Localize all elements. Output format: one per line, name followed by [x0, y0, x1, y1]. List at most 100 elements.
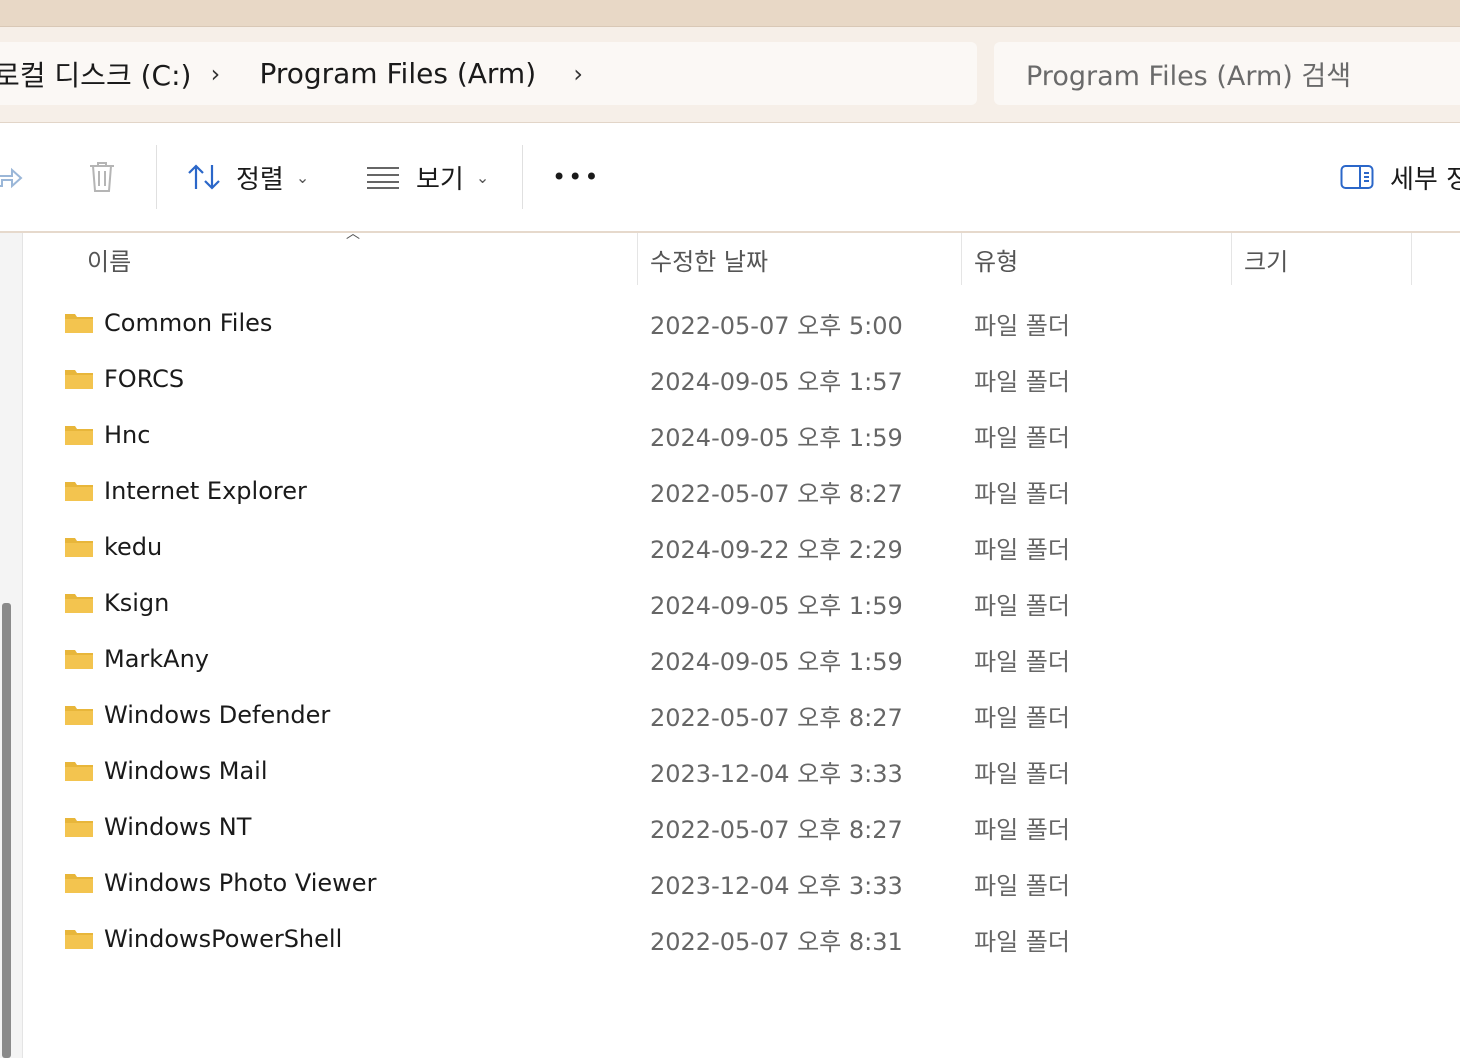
column-divider[interactable]: [961, 233, 962, 285]
file-name-cell[interactable]: Hnc: [64, 407, 150, 463]
folder-icon: [65, 594, 93, 613]
file-name: FORCS: [104, 365, 185, 393]
file-type: 파일 폴더: [974, 479, 1070, 508]
table-row[interactable]: Windows Photo Viewer 2023-12-04 오후 3:33 파일…: [22, 855, 1460, 911]
breadcrumb-item-local-disk[interactable]: 로컬 디스크 (C:): [0, 54, 191, 94]
table-row[interactable]: Internet Explorer 2022-05-07 오후 8:27 파일 폴더: [22, 463, 1460, 519]
file-name-cell[interactable]: MarkAny: [64, 631, 209, 687]
column-header-date-label: 수정한 날짜: [650, 247, 769, 276]
folder-icon: [65, 818, 93, 837]
table-row[interactable]: kedu 2024-09-22 오후 2:29 파일 폴더: [22, 519, 1460, 575]
file-name-cell[interactable]: Common Files: [64, 295, 272, 351]
modified-date: 2024-09-05 오후 1:59: [650, 423, 903, 452]
file-name-cell[interactable]: Windows NT: [64, 799, 251, 855]
modified-date: 2023-12-04 오후 3:33: [650, 759, 903, 788]
sort-button[interactable]: 정렬 ⌄: [186, 123, 309, 231]
modified-date: 2024-09-05 오후 1:59: [650, 647, 903, 676]
column-header-size-label: 크기: [1244, 247, 1289, 276]
table-row[interactable]: Hnc 2024-09-05 오후 1:59 파일 폴더: [22, 407, 1460, 463]
navigation-pane: [0, 233, 23, 1058]
sort-ascending-icon: ︿: [346, 226, 360, 242]
modified-date: 2022-05-07 오후 8:27: [650, 479, 903, 508]
column-divider[interactable]: [1411, 233, 1412, 285]
file-type: 파일 폴더: [974, 759, 1070, 788]
file-name: Windows Photo Viewer: [104, 869, 377, 897]
table-row[interactable]: Ksign 2024-09-05 오후 1:59 파일 폴더: [22, 575, 1460, 631]
modified-date: 2024-09-22 오후 2:29: [650, 535, 903, 564]
file-type: 파일 폴더: [974, 367, 1070, 396]
folder-icon: [65, 762, 93, 781]
chevron-right-icon[interactable]: ›: [191, 60, 239, 88]
folder-icon: [65, 706, 93, 725]
delete-button[interactable]: [86, 123, 118, 231]
modified-date: 2023-12-04 오후 3:33: [650, 871, 903, 900]
file-list: Common Files 2022-05-07 오후 5:00 파일 폴더 FORCS…: [22, 295, 1460, 967]
details-pane-icon: [1340, 165, 1374, 189]
file-name: Windows NT: [104, 813, 252, 841]
table-row[interactable]: Windows Defender 2022-05-07 오후 8:27 파일 폴더: [22, 687, 1460, 743]
table-row[interactable]: Windows Mail 2023-12-04 오후 3:33 파일 폴더: [22, 743, 1460, 799]
column-divider[interactable]: [637, 233, 638, 285]
command-bar: 정렬 ⌄ 보기 ⌄ ••• 세부 정: [0, 123, 1460, 233]
file-name-cell[interactable]: Internet Explorer: [64, 463, 307, 519]
column-header-name-label: 이름: [87, 247, 132, 276]
more-icon: •••: [552, 163, 601, 191]
table-row[interactable]: Common Files 2022-05-07 오후 5:00 파일 폴더: [22, 295, 1460, 351]
file-name: Internet Explorer: [104, 477, 307, 505]
file-name-cell[interactable]: WindowsPowerShell: [64, 911, 342, 967]
file-name: MarkAny: [104, 645, 210, 673]
table-row[interactable]: Windows NT 2022-05-07 오후 8:27 파일 폴더: [22, 799, 1460, 855]
folder-icon: [65, 314, 93, 333]
column-header-type-label: 유형: [974, 247, 1019, 276]
file-type: 파일 폴더: [974, 647, 1070, 676]
file-name: Ksign: [104, 589, 170, 617]
search-placeholder: Program Files (Arm) 검색: [1026, 61, 1352, 92]
sort-arrows-icon: [188, 164, 220, 190]
trash-icon: [90, 162, 114, 192]
scrollbar-thumb[interactable]: [2, 603, 11, 1058]
folder-icon: [65, 538, 93, 557]
file-name-cell[interactable]: Windows Photo Viewer: [64, 855, 376, 911]
file-type: 파일 폴더: [974, 927, 1070, 956]
file-type: 파일 폴더: [974, 423, 1070, 452]
chevron-down-icon: ⌄: [295, 167, 310, 187]
modified-date: 2022-05-07 오후 8:27: [650, 815, 903, 844]
file-type: 파일 폴더: [974, 591, 1070, 620]
table-row[interactable]: FORCS 2024-09-05 오후 1:57 파일 폴더: [22, 351, 1460, 407]
column-header-type[interactable]: 유형: [974, 233, 1018, 285]
file-type: 파일 폴더: [974, 535, 1070, 564]
more-options-button[interactable]: •••: [552, 123, 600, 231]
breadcrumb-item-program-files-arm[interactable]: Program Files (Arm): [259, 57, 536, 90]
folder-icon: [65, 874, 93, 893]
modified-date: 2022-05-07 오후 5:00: [650, 311, 903, 340]
chevron-right-icon[interactable]: ›: [554, 60, 602, 88]
column-header-size[interactable]: 크기: [1244, 233, 1288, 285]
share-icon: [0, 167, 23, 189]
file-name-cell[interactable]: Windows Defender: [64, 687, 330, 743]
view-button[interactable]: 보기 ⌄: [366, 123, 489, 231]
column-header-name[interactable]: 이름: [87, 233, 131, 285]
file-name: Windows Mail: [104, 757, 268, 785]
column-header-date[interactable]: 수정한 날짜: [650, 233, 768, 285]
table-row[interactable]: MarkAny 2024-09-05 오후 1:59 파일 폴더: [22, 631, 1460, 687]
column-divider[interactable]: [1231, 233, 1232, 285]
file-type: 파일 폴더: [974, 311, 1070, 340]
file-type: 파일 폴더: [974, 703, 1070, 732]
file-name-cell[interactable]: Windows Mail: [64, 743, 268, 799]
modified-date: 2024-09-05 오후 1:57: [650, 367, 903, 396]
table-row[interactable]: WindowsPowerShell 2022-05-07 오후 8:31 파일 폴더: [22, 911, 1460, 967]
file-name-cell[interactable]: kedu: [64, 519, 162, 575]
breadcrumb[interactable]: 로컬 디스크 (C:) › Program Files (Arm) ›: [0, 42, 977, 105]
file-name-cell[interactable]: FORCS: [64, 351, 184, 407]
details-pane-button[interactable]: 세부 정: [1340, 123, 1460, 231]
file-name: Windows Defender: [104, 701, 331, 729]
toolbar-divider: [156, 145, 157, 209]
search-input[interactable]: Program Files (Arm) 검색: [994, 42, 1460, 105]
file-name: Hnc: [104, 421, 151, 449]
folder-icon: [65, 370, 93, 389]
share-button[interactable]: [0, 123, 24, 231]
list-view-icon: [367, 167, 399, 189]
folder-icon: [65, 426, 93, 445]
file-name-cell[interactable]: Ksign: [64, 575, 169, 631]
sort-label: 정렬: [236, 164, 284, 195]
